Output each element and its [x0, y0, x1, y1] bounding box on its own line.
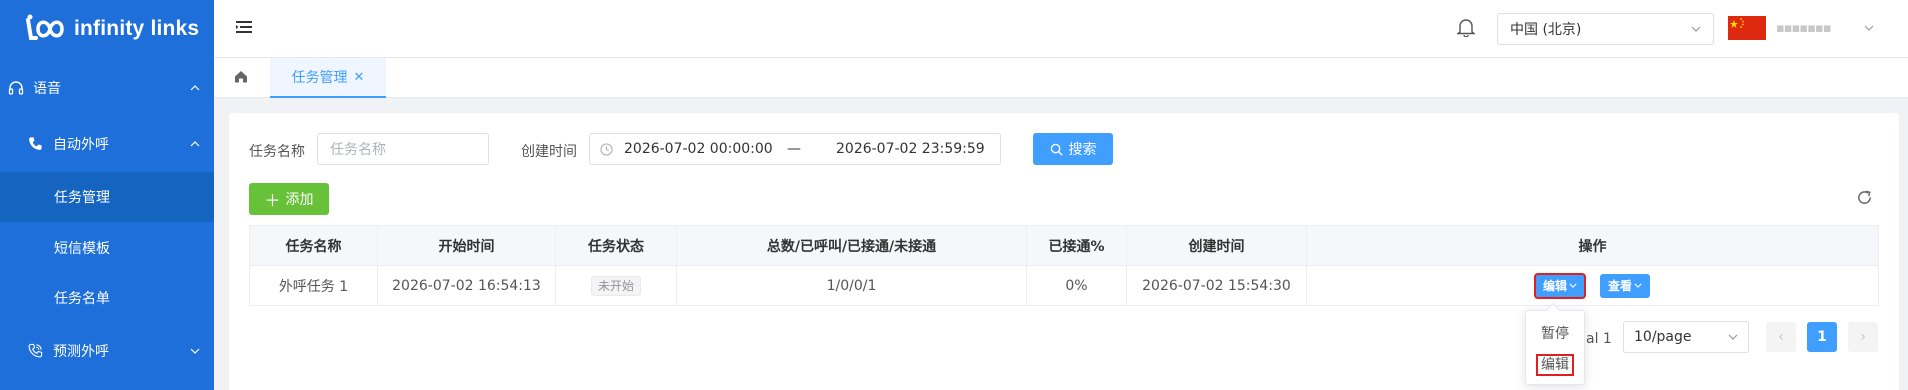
bell-icon[interactable]: [1457, 17, 1475, 37]
next-page-button[interactable]: ›: [1848, 322, 1878, 352]
user-name: ▪▪▪▪▪▪▪: [1776, 21, 1832, 36]
sidebar-item-label: 语音: [33, 81, 61, 97]
chevron-down-icon: [1728, 334, 1738, 340]
task-table: 任务名称 开始时间 任务状态 总数/已呼叫/已接通/未接通 已接通% 创建时间 …: [249, 225, 1879, 306]
phone-icon: [29, 137, 42, 150]
edit-dropdown-button[interactable]: 编辑: [1534, 272, 1587, 299]
column-header: 操作: [1306, 225, 1879, 266]
task-name-label: 任务名称: [249, 144, 305, 160]
home-icon[interactable]: [234, 70, 248, 83]
plus-icon: ＋: [264, 191, 281, 210]
column-header: 开始时间: [377, 225, 556, 266]
logo-text: infinity links: [74, 16, 200, 40]
search-icon: [1050, 143, 1063, 156]
column-header: 总数/已呼叫/已接通/未接通: [676, 225, 1027, 266]
column-header: 任务名称: [249, 225, 378, 266]
tab-task-management[interactable]: 任务管理 ✕: [270, 58, 386, 98]
cell-created-time: 2026-07-02 15:54:30: [1126, 265, 1307, 306]
cell-actions: 编辑 查看: [1306, 265, 1879, 306]
infinity-logo-icon: [26, 14, 64, 40]
sidebar-item-predictive-call[interactable]: 预测外呼: [0, 331, 214, 371]
chevron-left-icon: ‹: [1778, 329, 1784, 345]
view-button-label: 查看: [1607, 279, 1632, 293]
column-header: 已接通%: [1026, 225, 1127, 266]
pagination-total: al 1: [1586, 331, 1612, 347]
cell-connected-pct: 0%: [1026, 265, 1127, 306]
content-card: 任务名称 任务名称 创建时间 2026-07-02 00:00:00 — 202…: [229, 113, 1899, 390]
sidebar-item-voice[interactable]: 语音: [0, 68, 214, 108]
add-button[interactable]: ＋ 添加: [249, 183, 329, 215]
china-flag-icon: [1728, 16, 1766, 40]
view-dropdown-button[interactable]: 查看: [1599, 273, 1650, 298]
chevron-right-icon: ›: [1860, 329, 1866, 345]
add-button-label: 添加: [285, 192, 314, 208]
top-header: 中国 (北京) ▪▪▪▪▪▪▪: [214, 0, 1908, 58]
sidebar-item-label: 短信模板: [54, 241, 110, 257]
status-badge: 未开始: [590, 275, 641, 296]
headset-icon: [8, 81, 24, 95]
sidebar-item-task-list[interactable]: 任务名单: [0, 278, 214, 318]
date-start[interactable]: 2026-07-02 00:00:00: [624, 141, 773, 157]
menu-toggle-icon[interactable]: [236, 20, 252, 34]
chevron-down-icon: [1634, 283, 1642, 288]
chevron-down-icon: [1569, 283, 1577, 288]
dropdown-item-edit[interactable]: 编辑: [1526, 354, 1584, 376]
table-header-row: 任务名称 开始时间 任务状态 总数/已呼叫/已接通/未接通 已接通% 创建时间 …: [249, 225, 1879, 266]
date-separator: —: [787, 141, 801, 157]
region-select-value: 中国 (北京): [1510, 22, 1582, 38]
sidebar-item-label: 自动外呼: [53, 137, 109, 153]
column-header: 任务状态: [555, 225, 677, 266]
page-button-current[interactable]: 1: [1807, 322, 1837, 352]
tab-bar: 任务管理 ✕: [214, 58, 1908, 98]
region-select[interactable]: 中国 (北京): [1497, 13, 1714, 45]
cell-start-time: 2026-07-02 16:54:13: [377, 265, 556, 306]
edit-button-label: 编辑: [1543, 279, 1568, 293]
prev-page-button[interactable]: ‹: [1766, 322, 1796, 352]
chevron-up-icon: [190, 141, 200, 147]
close-icon[interactable]: ✕: [354, 70, 365, 85]
sidebar-item-label: 任务名单: [54, 291, 110, 307]
phone-call-icon: [28, 343, 43, 358]
task-name-input[interactable]: 任务名称: [317, 133, 489, 165]
chevron-down-icon: [190, 348, 200, 354]
date-range-picker[interactable]: 2026-07-02 00:00:00 — 2026-07-02 23:59:5…: [589, 133, 1001, 165]
logo: infinity links: [0, 0, 214, 57]
clock-icon: [600, 143, 613, 156]
sidebar: infinity links 语音 自动外呼 任务管理 短信模板 任务名单 预测…: [0, 0, 214, 390]
sidebar-item-label: 任务管理: [54, 190, 110, 206]
cell-status: 未开始: [555, 265, 677, 306]
sidebar-item-auto-call[interactable]: 自动外呼: [0, 124, 214, 164]
edit-dropdown-menu: 暂停 编辑: [1525, 302, 1585, 385]
sidebar-item-sms-template[interactable]: 短信模板: [0, 228, 214, 268]
column-header: 创建时间: [1126, 225, 1307, 266]
dropdown-item-pause[interactable]: 暂停: [1526, 323, 1584, 343]
date-end[interactable]: 2026-07-02 23:59:59: [836, 141, 985, 157]
sidebar-item-label: 预测外呼: [53, 344, 109, 360]
page-size-value: 10/page: [1634, 329, 1692, 345]
search-button[interactable]: 搜索: [1033, 133, 1113, 165]
created-time-label: 创建时间: [521, 144, 577, 160]
table-row: 外呼任务 1 2026-07-02 16:54:13 未开始 1/0/0/1 0…: [249, 265, 1879, 306]
user-menu[interactable]: ▪▪▪▪▪▪▪: [1776, 20, 1876, 36]
search-button-label: 搜索: [1068, 142, 1097, 158]
cell-task-name: 外呼任务 1: [249, 265, 378, 306]
tab-label: 任务管理: [291, 70, 348, 86]
chevron-down-icon: [1691, 26, 1701, 32]
sidebar-item-task-management[interactable]: 任务管理: [0, 172, 214, 222]
page-size-select[interactable]: 10/page: [1623, 321, 1749, 353]
cell-counts: 1/0/0/1: [676, 265, 1027, 306]
refresh-icon[interactable]: [1856, 189, 1873, 206]
chevron-up-icon: [190, 85, 200, 91]
chevron-down-icon: [1864, 25, 1874, 31]
